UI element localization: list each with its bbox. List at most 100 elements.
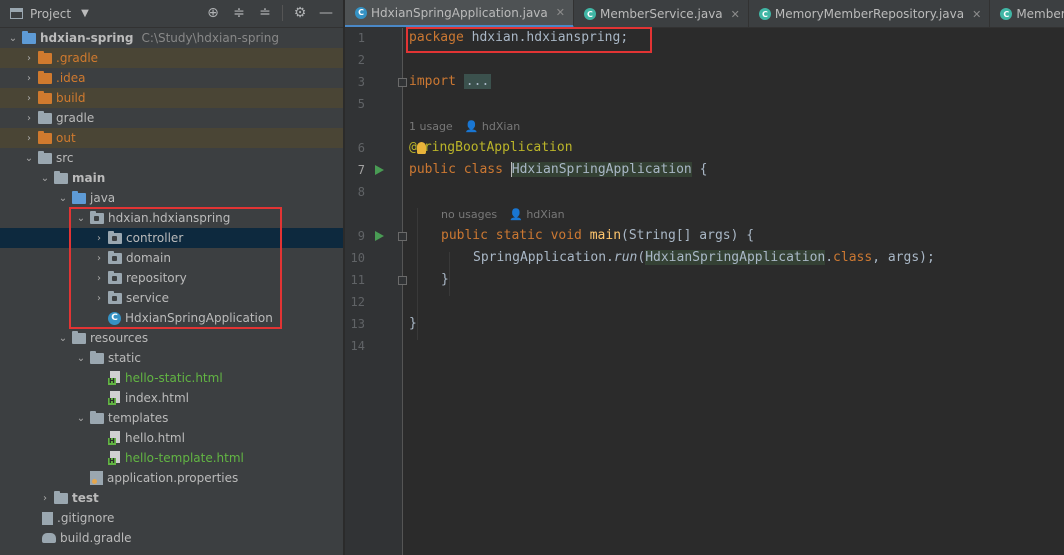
tree-item-gradle-dir[interactable]: › .gradle: [0, 48, 343, 68]
module-folder-icon: [22, 30, 36, 44]
code-vision-usages[interactable]: no usages 👤 hdXian: [441, 208, 565, 221]
usage-count: 1 usage: [409, 120, 453, 133]
tree-item-label: java: [90, 191, 116, 205]
tree-item-label: hello-static.html: [125, 371, 223, 385]
folder-icon: [38, 150, 52, 164]
hide-icon[interactable]: —: [317, 4, 335, 22]
params: (String[] args) {: [621, 228, 755, 243]
line-number: 3: [357, 75, 365, 89]
close-icon[interactable]: ✕: [556, 6, 565, 19]
keyword: public class: [409, 162, 511, 177]
tree-item-label: hdxian-spring: [40, 31, 134, 45]
chevron-right-icon[interactable]: ›: [22, 73, 36, 84]
tree-item-main[interactable]: ⌄ main: [0, 168, 343, 188]
tree-item-label: templates: [108, 411, 169, 425]
chevron-down-icon[interactable]: ⌄: [38, 173, 52, 184]
call-dot: .: [825, 250, 834, 265]
html-file-icon: H: [108, 451, 121, 465]
run-icon[interactable]: [375, 231, 384, 241]
fold-icon[interactable]: [398, 78, 407, 87]
line-number: 7: [357, 163, 365, 177]
chevron-right-icon[interactable]: ›: [22, 93, 36, 104]
chevron-right-icon[interactable]: ›: [22, 53, 36, 64]
highlight-box-package: [69, 207, 282, 329]
html-file-icon: H: [108, 371, 121, 385]
editor-tabs: C HdxianSpringApplication.java ✕ C Membe…: [345, 0, 1064, 28]
tab-member-service-test[interactable]: C MemberServiceTest.: [990, 0, 1064, 27]
tab-hdxian-spring-application[interactable]: C HdxianSpringApplication.java ✕: [345, 0, 574, 27]
editor-gutter[interactable]: 1 2 3 5 6 7 8 9 10 11 12 13 14: [345, 28, 407, 555]
tree-item-hello-template[interactable]: H hello-template.html: [0, 448, 343, 468]
author-name: hdXian: [481, 120, 521, 133]
call-method: run: [613, 250, 638, 265]
tree-item-java[interactable]: ⌄ java: [0, 188, 343, 208]
tree-item-label: test: [72, 491, 99, 505]
tree-item-build-gradle[interactable]: build.gradle: [0, 528, 343, 548]
file-icon: [42, 511, 53, 525]
tree-item-hdxian-spring[interactable]: ⌄ hdxian-spring C:\Study\hdxian-spring: [0, 28, 343, 48]
resources-folder-icon: [72, 330, 86, 344]
tree-item-static[interactable]: ⌄ static: [0, 348, 343, 368]
keyword: import: [409, 74, 456, 89]
tree-item-label: build.gradle: [60, 531, 132, 545]
tree-item-test[interactable]: › test: [0, 488, 343, 508]
tree-item-resources[interactable]: ⌄ resources: [0, 328, 343, 348]
chevron-right-icon[interactable]: ›: [22, 133, 36, 144]
chevron-down-icon[interactable]: ⌄: [6, 33, 20, 44]
tab-memory-member-repository[interactable]: C MemoryMemberRepository.java ✕: [749, 0, 991, 27]
tree-item-gradle[interactable]: › gradle: [0, 108, 343, 128]
keyword: public static void: [441, 228, 590, 243]
run-icon[interactable]: [375, 165, 384, 175]
line-number: 9: [357, 229, 365, 243]
tab-member-service[interactable]: C MemberService.java ✕: [574, 0, 749, 27]
tab-label: MemberService.java: [599, 7, 723, 21]
close-icon[interactable]: ✕: [972, 8, 981, 21]
tree-item-gitignore[interactable]: .gitignore: [0, 508, 343, 528]
tree-item-label: hello-template.html: [125, 451, 244, 465]
line-number: 12: [350, 295, 365, 309]
chevron-right-icon[interactable]: ›: [22, 113, 36, 124]
collapse-all-icon[interactable]: ≐: [256, 4, 274, 22]
chevron-down-icon[interactable]: ⌄: [74, 413, 88, 424]
fold-icon[interactable]: [398, 276, 407, 285]
chevron-down-icon[interactable]: ⌄: [56, 193, 70, 204]
chevron-down-icon[interactable]: ⌄: [74, 353, 88, 364]
chevron-down-icon[interactable]: ▼: [81, 8, 89, 19]
class-icon: C: [355, 6, 367, 19]
class-icon: C: [758, 8, 771, 20]
fold-icon[interactable]: [398, 232, 407, 241]
tree-item-idea[interactable]: › .idea: [0, 68, 343, 88]
code-vision-usages[interactable]: 1 usage 👤 hdXian: [409, 120, 520, 133]
tree-item-out[interactable]: › out: [0, 128, 343, 148]
annotation-at: @: [409, 140, 417, 155]
editor-area: C HdxianSpringApplication.java ✕ C Membe…: [345, 0, 1064, 555]
folded-imports[interactable]: ...: [463, 74, 492, 89]
class-icon: C: [583, 8, 596, 20]
chevron-down-icon[interactable]: ⌄: [56, 333, 70, 344]
project-tool-window: Project ▼ ⊕ ≑ ≐ ⚙ — ⌄ hdxian-spring C:\S…: [0, 0, 344, 555]
tree-item-templates[interactable]: ⌄ templates: [0, 408, 343, 428]
close-icon[interactable]: ✕: [731, 8, 740, 21]
chevron-down-icon[interactable]: ⌄: [22, 153, 36, 164]
tab-label: MemberServiceTest.: [1016, 7, 1064, 21]
folder-icon: [54, 490, 68, 504]
keyword: class: [833, 250, 873, 265]
line-number: 5: [357, 97, 365, 111]
tree-item-application-properties[interactable]: application.properties: [0, 468, 343, 488]
expand-all-icon[interactable]: ≑: [230, 4, 248, 22]
gear-icon[interactable]: ⚙: [291, 4, 309, 22]
tree-item-src[interactable]: ⌄ src: [0, 148, 343, 168]
code-view[interactable]: package hdxian.hdxianspring; import ... …: [409, 28, 1064, 555]
brace: }: [441, 272, 449, 287]
project-pane-toolbar: ⊕ ≑ ≐ ⚙ —: [204, 4, 335, 22]
html-file-icon: H: [108, 391, 121, 405]
tree-item-label: out: [56, 131, 76, 145]
tree-item-build[interactable]: › build: [0, 88, 343, 108]
tree-item-hello-static[interactable]: H hello-static.html: [0, 368, 343, 388]
class-icon: C: [1000, 8, 1013, 20]
tree-item-hello-html[interactable]: H hello.html: [0, 428, 343, 448]
select-opened-file-icon[interactable]: ⊕: [204, 4, 222, 22]
chevron-right-icon[interactable]: ›: [38, 493, 52, 504]
tree-item-index-html[interactable]: H index.html: [0, 388, 343, 408]
project-path: C:\Study\hdxian-spring: [141, 31, 279, 45]
